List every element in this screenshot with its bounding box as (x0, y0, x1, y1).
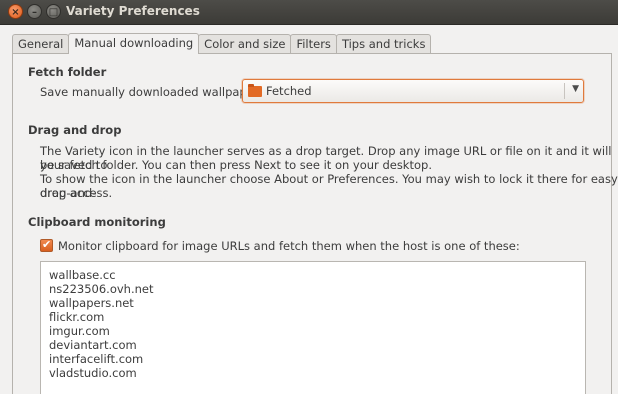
tab-bar: General Manual downloading Color and siz… (12, 33, 432, 54)
fetch-folder-heading: Fetch folder (28, 65, 107, 79)
title-bar: × – □ Variety Preferences (0, 0, 618, 25)
hosts-textarea[interactable]: wallbase.cc ns223506.ovh.net wallpapers.… (40, 261, 586, 394)
window-title: Variety Preferences (66, 4, 200, 18)
monitor-clipboard-label[interactable]: Monitor clipboard for image URLs and fet… (58, 239, 520, 253)
minimize-window-button[interactable]: – (27, 4, 42, 19)
maximize-window-button[interactable]: □ (46, 4, 61, 19)
tab-tips-and-tricks[interactable]: Tips and tricks (335, 34, 432, 54)
host-line: deviantart.com (49, 338, 137, 352)
clipboard-heading: Clipboard monitoring (28, 215, 166, 229)
folder-icon (248, 84, 262, 97)
drag-drop-line-2: your fetch folder. You can then press Ne… (40, 158, 432, 172)
drag-drop-line-4: drop access. (40, 186, 113, 200)
host-line: flickr.com (49, 310, 105, 324)
host-line: vladstudio.com (49, 366, 137, 380)
host-line: interfacelift.com (49, 352, 144, 366)
drag-drop-heading: Drag and drop (28, 123, 122, 137)
close-window-button[interactable]: × (8, 4, 23, 19)
combo-separator (564, 83, 565, 99)
checkmark-icon: ✔ (42, 238, 52, 251)
tab-manual-downloading[interactable]: Manual downloading (68, 33, 200, 54)
host-line: wallpapers.net (49, 296, 134, 310)
tab-filters[interactable]: Filters (290, 34, 337, 54)
drag-drop-line-3: To show the icon in the launcher choose … (40, 172, 618, 200)
host-line: wallbase.cc (49, 268, 116, 282)
monitor-clipboard-checkbox[interactable]: ✔ (40, 238, 53, 252)
chevron-down-icon: ▼ (572, 84, 579, 94)
host-line: ns223506.ovh.net (49, 282, 154, 296)
tab-general[interactable]: General (12, 34, 70, 54)
tab-color-and-size[interactable]: Color and size (198, 34, 292, 54)
fetch-folder-select[interactable]: Fetched ▼ (242, 79, 584, 103)
host-line: imgur.com (49, 324, 110, 338)
fetch-folder-value: Fetched (266, 84, 312, 98)
